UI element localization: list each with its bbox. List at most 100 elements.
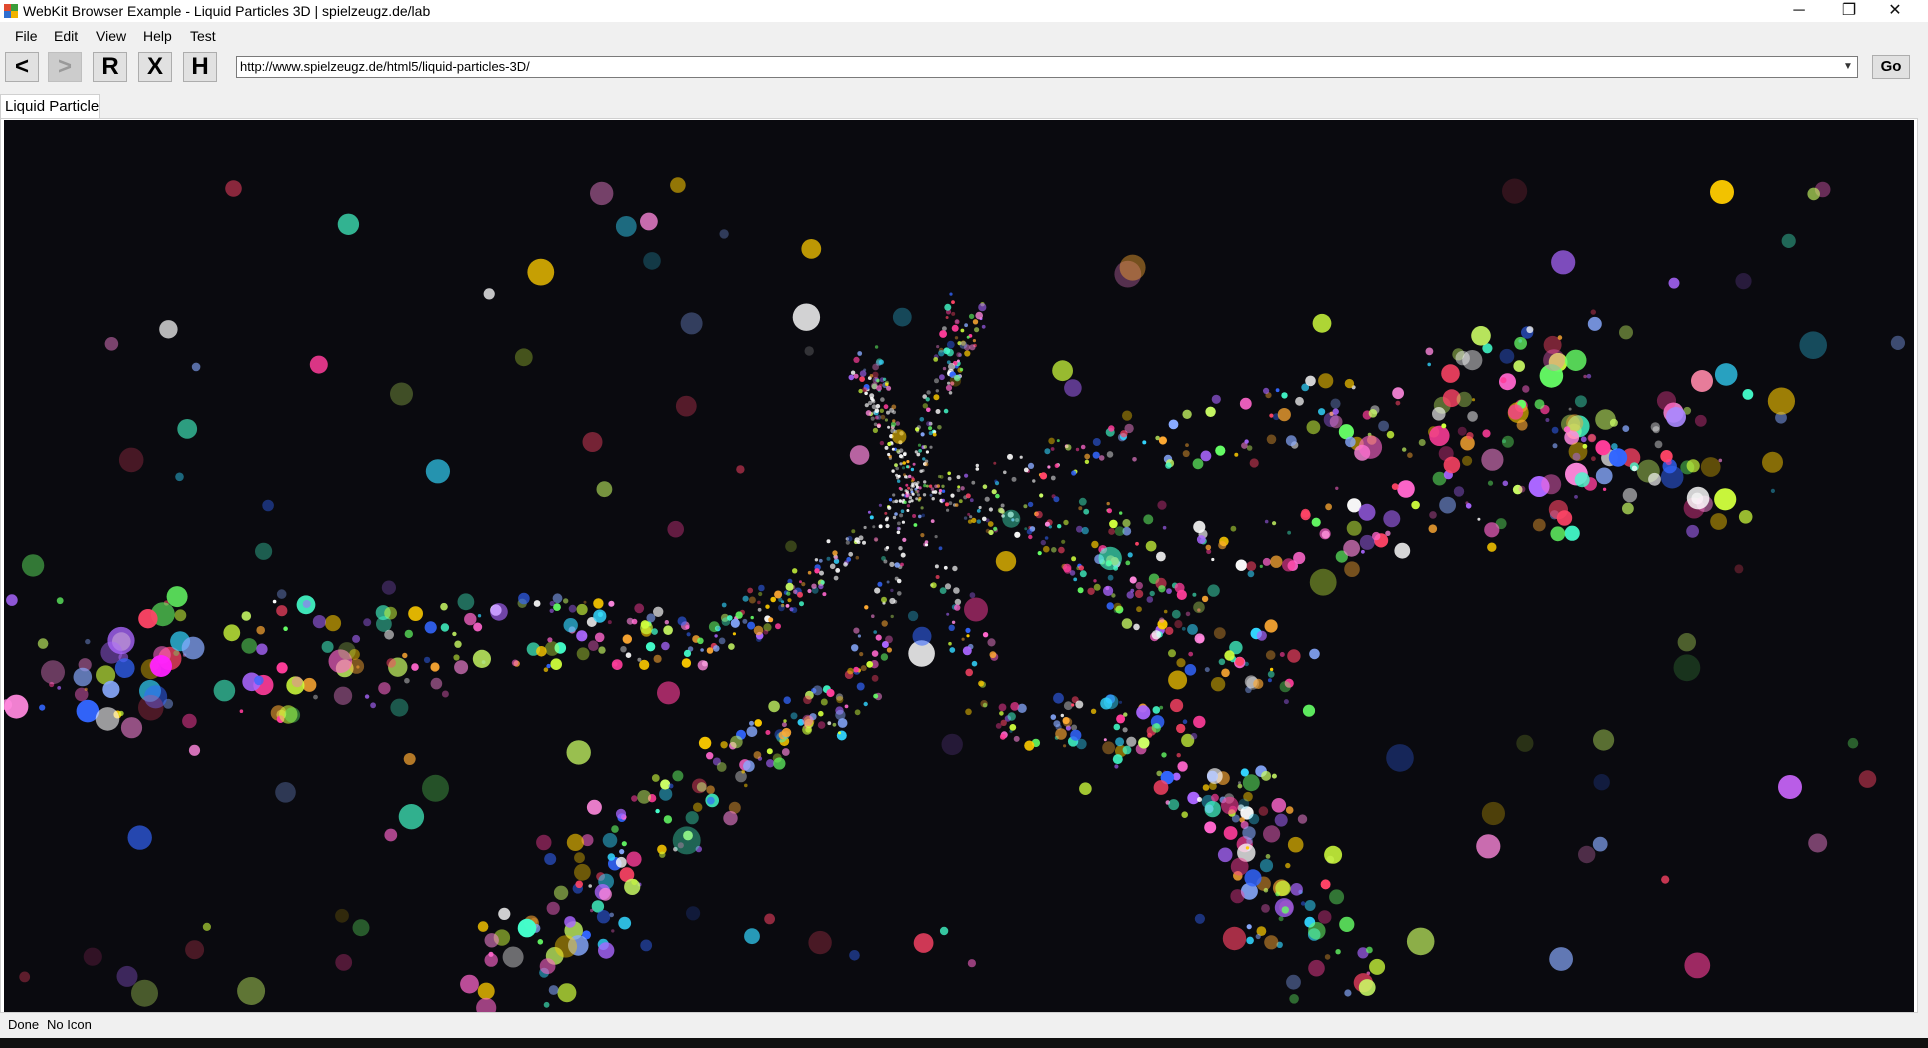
particle [1482,429,1491,438]
particle [878,524,883,529]
menu-test[interactable]: Test [188,24,218,48]
particle [1277,408,1291,422]
particle [536,834,552,851]
particle [19,971,31,983]
particle [836,696,844,704]
web-content-canvas[interactable] [4,120,1914,1012]
particle [1285,862,1291,869]
tab-liquid-particles[interactable]: Liquid Particles 3D [0,94,100,118]
particle [1204,667,1210,673]
particle [651,628,658,635]
particle [1306,420,1321,435]
particle [945,384,953,391]
particle [999,711,1004,716]
particle [1481,448,1504,471]
close-button[interactable]: ✕ [1872,0,1918,22]
particle [639,659,650,671]
address-bar[interactable]: ▼ [236,56,1858,78]
particle [890,614,894,619]
particle [1190,732,1198,740]
particle [335,954,353,971]
particle [883,404,889,410]
particle [894,576,899,581]
particle [1466,432,1474,440]
particle [254,675,264,686]
particle [730,618,740,628]
menu-help[interactable]: Help [141,24,174,48]
particle [765,604,770,609]
particle [921,513,925,518]
particle [661,641,670,651]
go-button[interactable]: Go [1872,55,1910,79]
menu-view[interactable]: View [94,24,128,48]
particle [1279,652,1285,657]
particle [827,721,832,726]
menu-edit[interactable]: Edit [52,24,80,48]
particle [138,609,158,629]
particle [950,493,955,498]
particle [799,580,802,584]
particle [706,647,714,654]
chevron-down-icon[interactable]: ▼ [1841,59,1855,75]
particle [897,527,902,531]
particle [1122,410,1133,421]
particle [982,484,988,490]
menu-file[interactable]: File [13,24,40,48]
particle [908,496,913,500]
particle [898,546,903,551]
particle [175,472,184,482]
particle [1107,574,1114,581]
particle [1192,458,1204,470]
particle [946,348,954,357]
particle [1551,250,1576,275]
particle [818,558,823,563]
particle [1259,859,1274,873]
particle [778,604,785,612]
reload-button[interactable]: R [93,52,127,82]
particle [723,811,738,826]
particle [916,493,921,497]
particle [554,935,578,958]
particle [832,722,837,727]
particle [956,352,962,358]
particle [971,660,978,667]
particle [1142,440,1147,445]
particle [1113,602,1122,611]
particle [1673,654,1701,682]
particle [1143,514,1154,525]
particle [1456,391,1473,408]
url-input[interactable] [237,57,1843,77]
particle [913,523,918,527]
particle [1136,705,1151,720]
particle [1309,648,1320,660]
particle [1182,409,1192,419]
particle [1090,708,1097,714]
particle [984,496,990,502]
particle [188,744,201,756]
app-icon [4,4,18,18]
back-button[interactable]: < [5,52,39,82]
particle [876,414,882,420]
particle [1300,901,1306,906]
particle [706,796,715,805]
particle [575,880,583,889]
particle [790,712,798,720]
minimize-button[interactable]: ─ [1776,0,1822,22]
particle [1502,178,1528,204]
particle [1270,555,1283,568]
particle [951,300,955,304]
particle [901,466,906,470]
home-button[interactable]: H [183,52,217,82]
particle [980,700,988,708]
particle [1050,447,1055,451]
particle [783,696,791,704]
particle [1213,627,1226,639]
particle [1040,539,1047,546]
particle [946,612,950,616]
stop-button[interactable]: X [138,52,172,82]
restore-button[interactable]: ❐ [1826,0,1872,22]
particle [511,659,519,667]
forward-button[interactable]: > [48,52,82,82]
particle [907,610,919,622]
particle [819,570,824,576]
